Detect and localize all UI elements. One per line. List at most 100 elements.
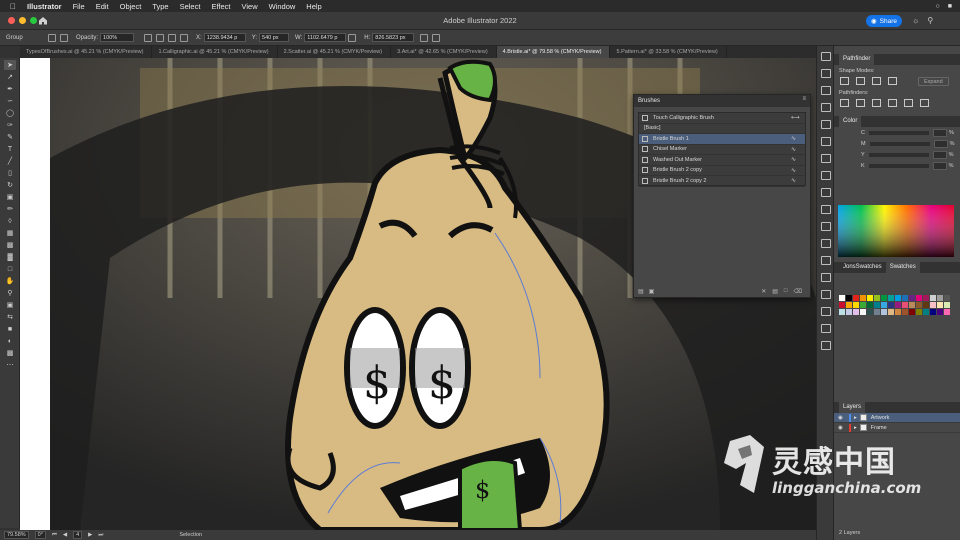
asset-export-icon[interactable] [821,120,831,129]
swatch[interactable] [916,295,922,301]
tab-pattern[interactable]: 5.Pattern.ai* @ 33.58 % (CMYK/Preview) [610,46,727,58]
swatch[interactable] [944,302,950,308]
tab-bristle[interactable]: 4.Bristle.ai* @ 79.58 % (CMYK/Preview) [496,46,611,58]
swatch[interactable] [888,309,894,315]
swatch[interactable] [923,302,929,308]
direct-selection-tool-icon[interactable]: ↗ [4,72,16,82]
tab-types-of-brushes[interactable]: TypesOfBrushes.ai @ 45.21 % (CMYK/Previe… [20,46,153,58]
swatch[interactable] [839,295,845,301]
visibility-eye-icon[interactable]: ◉ [838,425,846,431]
swatch[interactable] [902,309,908,315]
brush-options-icon[interactable]: ▤ [772,288,778,295]
menu-select[interactable]: Select [180,2,201,11]
search-icon[interactable]: ⚲ [927,16,933,25]
swatch[interactable] [930,295,936,301]
expand-button[interactable]: Expand [918,77,949,86]
character-panel-icon[interactable] [821,222,831,231]
prev-artboard-icon[interactable]: ◀ [63,532,67,538]
swatch[interactable] [846,302,852,308]
brush-item-bristle-2-copy-2[interactable]: Bristle Brush 2 copy 2 ∿ [639,176,805,187]
screen-mode-icon[interactable]: ▩ [4,348,16,358]
swatch[interactable] [853,309,859,315]
mesh-tool-icon[interactable]: ▩ [4,240,16,250]
transform-icon[interactable] [168,33,177,42]
layers-panel-icon[interactable] [821,341,831,350]
graph-tool-icon[interactable]: ▓ [4,252,16,262]
swatch[interactable] [937,309,943,315]
swatch[interactable] [846,309,852,315]
tab-jons-swatches[interactable]: JonsSwatches [839,262,886,273]
swatch[interactable] [944,309,950,315]
fill-stroke-icon[interactable]: ▣ [4,300,16,310]
swatch[interactable] [881,309,887,315]
divide-icon[interactable] [840,99,849,107]
swatch[interactable] [839,309,845,315]
menu-view[interactable]: View [241,2,257,11]
swatch[interactable] [895,309,901,315]
swatch[interactable] [923,295,929,301]
brush-libraries-icon[interactable]: ▤ [638,288,644,295]
channel-value-input[interactable] [932,162,947,170]
w-input[interactable]: 1102.6479 p [304,33,347,42]
swatch[interactable] [860,295,866,301]
stroke-panel-icon[interactable] [821,273,831,282]
align-panel-icon[interactable] [821,205,831,214]
shape-builder-tool-icon[interactable]: ◊ [4,216,16,226]
trim-icon[interactable] [856,99,865,107]
swatch[interactable] [930,302,936,308]
visibility-eye-icon[interactable]: ◉ [838,415,846,421]
swatch[interactable] [867,295,873,301]
libraries-icon[interactable] [821,86,831,95]
rotation-input[interactable]: 0° [34,531,46,539]
exclude-icon[interactable] [888,77,897,85]
share-button[interactable]: ◉ Share [866,15,902,27]
brush-item-basic[interactable]: [Basic] [639,124,805,134]
swatch[interactable] [867,309,873,315]
apple-icon[interactable]:  [10,2,16,11]
menu-app[interactable]: Illustrator [27,2,62,11]
swatch[interactable] [867,302,873,308]
pathfinder-panel-header[interactable]: Pathfinder [834,54,960,65]
reference-point-icon[interactable] [180,33,189,42]
selection-tool-icon[interactable]: ➤ [4,60,16,70]
more-options-icon[interactable] [432,33,441,42]
x-input[interactable]: 1238.9434 p [203,33,246,42]
menu-object[interactable]: Object [120,2,142,11]
h-input[interactable]: 826.5823 px [372,33,415,42]
menu-help[interactable]: Help [306,2,321,11]
rotate-tool-icon[interactable]: ↻ [4,180,16,190]
line-tool-icon[interactable]: ╱ [4,156,16,166]
artboards-icon[interactable] [821,103,831,112]
brushes-panel-header[interactable]: Brushes ≡ [634,95,810,107]
appearance-panel-icon[interactable] [821,324,831,333]
swatch[interactable] [937,302,943,308]
swatch[interactable] [839,302,845,308]
swatch[interactable] [853,302,859,308]
brush-item-touch-calligraphic[interactable]: Touch Calligraphic Brush ⟷ [639,113,805,124]
transparency-panel-icon[interactable] [821,307,831,316]
curvature-tool-icon[interactable]: ∽ [4,96,16,106]
swatch[interactable] [846,295,852,301]
pencil-tool-icon[interactable]: ✎ [4,132,16,142]
recolor-icon[interactable] [144,33,153,42]
swatch[interactable] [860,309,866,315]
channel-value-input[interactable] [933,140,948,148]
swatch[interactable] [895,295,901,301]
swatch[interactable] [937,295,943,301]
outline-icon[interactable] [904,99,913,107]
layers-panel-title[interactable]: Layers [839,402,866,413]
tab-calligraphic[interactable]: 1.Calligraphic.ai @ 45.21 % (CMYK/Previe… [152,46,278,58]
more-tools-icon[interactable]: ⋯ [4,360,16,370]
graphic-styles-icon[interactable] [821,154,831,163]
draw-mode-icon[interactable]: ◐ [4,336,16,346]
swatch[interactable] [930,309,936,315]
swatch[interactable] [881,295,887,301]
tab-scatter[interactable]: 2.Scatter.ai @ 45.21 % (CMYK/Preview) [278,46,392,58]
menu-status-icon-2[interactable]: ■ [948,3,952,10]
new-brush-icon[interactable]: □ [784,288,788,295]
swatch[interactable] [944,295,950,301]
last-artboard-icon[interactable]: ⏭ [98,532,103,539]
expand-arrow-icon[interactable]: ▸ [854,425,857,431]
swatch[interactable] [895,302,901,308]
channel-slider[interactable] [868,164,929,168]
